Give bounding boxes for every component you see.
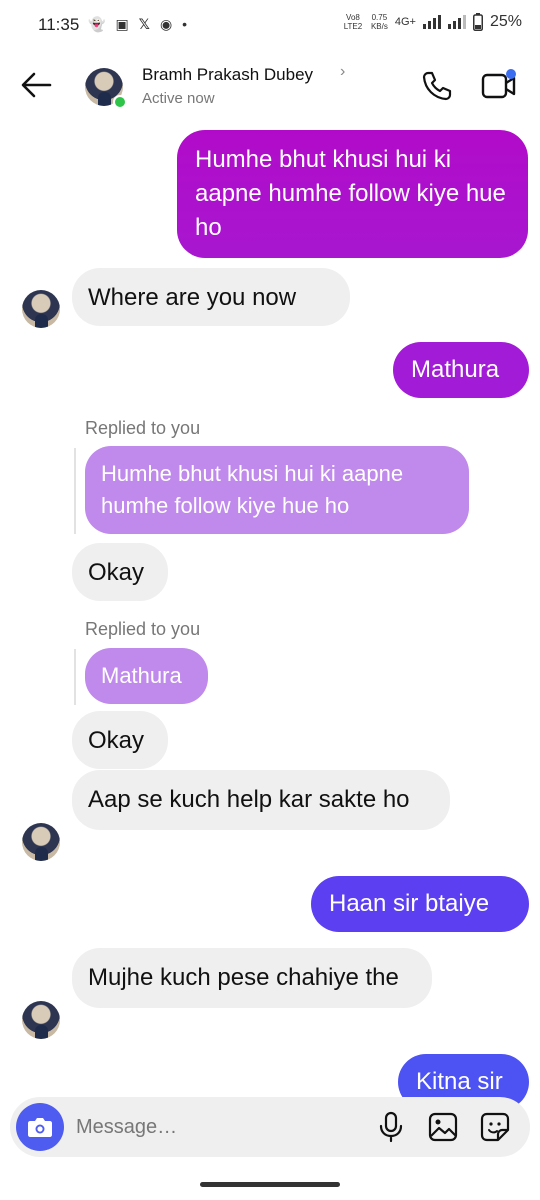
reply-divider — [74, 649, 76, 705]
voice-message-button[interactable] — [374, 1110, 408, 1144]
contact-status: Active now — [142, 90, 215, 107]
message-outgoing[interactable]: Humhe bhut khusi hui ki aapne humhe foll… — [177, 130, 528, 258]
home-indicator[interactable] — [200, 1182, 340, 1187]
sticker-button[interactable] — [478, 1110, 512, 1144]
system-indicators: Vo8 LTE2 0.75 KB/s 4G+ 25% — [342, 13, 522, 31]
avatar[interactable] — [22, 1001, 60, 1039]
back-button[interactable] — [16, 67, 56, 103]
volte-indicator: Vo8 LTE2 — [343, 13, 363, 31]
network-speed: 0.75 KB/s — [371, 13, 388, 31]
message-outgoing[interactable]: Mathura — [393, 342, 529, 398]
gallery-icon — [428, 1112, 458, 1142]
battery-percent: 25% — [489, 13, 522, 30]
signal-icon — [422, 15, 441, 29]
message-text: Mathura — [411, 356, 500, 383]
video-call-button[interactable] — [480, 69, 520, 103]
video-notification-dot — [506, 69, 516, 79]
message-composer — [10, 1097, 530, 1157]
gallery-button[interactable] — [426, 1110, 460, 1144]
message-outgoing[interactable]: Haan sir btaiye — [311, 876, 529, 932]
reply-divider — [74, 448, 76, 534]
quoted-message[interactable]: Mathura — [85, 648, 208, 704]
camera-icon — [28, 1118, 52, 1137]
speed-unit: KB/s — [370, 22, 388, 31]
message-text: Haan sir btaiye — [329, 890, 490, 917]
quoted-text: Mathura — [101, 663, 182, 688]
message-text: Kitna sir — [416, 1068, 503, 1095]
message-text: Where are you now — [88, 284, 297, 311]
status-bar: 11:35 👻 ▣ 𝕏 ◉ • Vo8 LTE2 0.75 KB/s 4G+ 2… — [0, 0, 540, 50]
message-incoming[interactable]: Where are you now — [72, 268, 350, 326]
chat-header: Bramh Prakash Dubey › Active now — [0, 55, 540, 117]
mic-icon — [379, 1111, 403, 1143]
reply-label: Replied to you — [85, 619, 201, 639]
quoted-message[interactable]: Humhe bhut khusi hui ki aapne humhe foll… — [85, 446, 469, 534]
more-notifications-icon: • — [182, 16, 188, 32]
x-icon: 𝕏 — [138, 16, 150, 32]
signal-icon-2 — [447, 15, 466, 29]
message-incoming[interactable]: Okay — [72, 543, 168, 601]
contact-avatar[interactable] — [85, 68, 127, 109]
status-time: 11:35 — [38, 15, 80, 34]
message-incoming[interactable]: Mujhe kuch pese chahiye the — [72, 948, 432, 1008]
message-text: Okay — [88, 727, 145, 754]
contact-name[interactable]: Bramh Prakash Dubey — [142, 65, 313, 85]
camera-button[interactable] — [16, 1103, 64, 1151]
sticker-icon — [480, 1112, 510, 1142]
message-incoming[interactable]: Okay — [72, 711, 168, 769]
chrome-icon: ◉ — [159, 16, 173, 32]
quoted-text: Humhe bhut khusi hui ki aapne humhe foll… — [101, 461, 404, 518]
reply-label: Replied to you — [85, 418, 201, 438]
chat-screen: 11:35 👻 ▣ 𝕏 ◉ • Vo8 LTE2 0.75 KB/s 4G+ 2… — [0, 0, 540, 1200]
phone-icon — [422, 71, 452, 101]
audio-call-button[interactable] — [420, 69, 454, 103]
net-type: 4G+ — [394, 16, 416, 28]
battery-icon — [472, 13, 483, 31]
message-input[interactable] — [76, 1111, 356, 1143]
message-text: Mujhe kuch pese chahiye the — [88, 964, 399, 991]
message-text: Humhe bhut khusi hui ki aapne humhe foll… — [195, 146, 506, 241]
back-arrow-icon — [21, 72, 52, 98]
online-indicator — [113, 95, 127, 109]
speed-value: 0.75 — [371, 13, 388, 22]
notification-icons: 👻 ▣ 𝕏 ◉ • — [88, 14, 187, 34]
avatar[interactable] — [22, 823, 60, 861]
snapchat-icon: 👻 — [88, 16, 106, 32]
message-text: Aap se kuch help kar sakte ho — [88, 786, 410, 813]
avatar[interactable] — [22, 290, 60, 328]
app-notification-icon: ▣ — [115, 16, 129, 32]
message-incoming[interactable]: Aap se kuch help kar sakte ho — [72, 770, 450, 830]
chevron-right-icon: › — [340, 63, 346, 80]
message-text: Okay — [88, 559, 145, 586]
